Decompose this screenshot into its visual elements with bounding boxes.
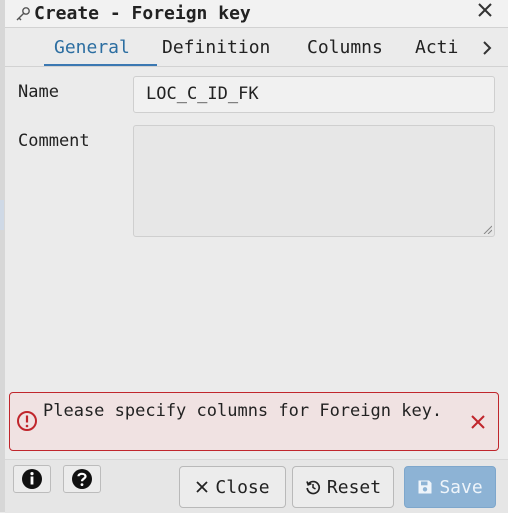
close-icon (196, 481, 209, 493)
active-tab-indicator (44, 64, 157, 66)
name-input[interactable]: LOC_C_ID_FK (133, 76, 495, 113)
dialog-titlebar[interactable]: Create - Foreign key (5, 0, 508, 28)
error-alert: Please specify columns for Foreign key. (9, 392, 499, 451)
comment-label: Comment (18, 131, 90, 151)
dialog-title: Create - Foreign key (34, 3, 251, 24)
reset-icon (306, 480, 320, 495)
name-label: Name (18, 82, 59, 102)
info-button[interactable] (13, 465, 51, 493)
save-icon (418, 480, 432, 494)
key-icon (16, 7, 30, 21)
tab-definition[interactable]: Definition (162, 36, 270, 60)
comment-textarea[interactable] (133, 125, 495, 237)
alert-close-icon[interactable] (469, 413, 487, 431)
alert-message: Please specify columns for Foreign key. (43, 401, 443, 421)
dialog-footer: Close Reset Save (5, 459, 508, 513)
help-icon (72, 469, 92, 489)
close-button[interactable]: Close (179, 466, 286, 508)
tab-columns[interactable]: Columns (307, 36, 383, 60)
chevron-right-icon[interactable] (477, 37, 497, 59)
help-button[interactable] (63, 465, 101, 493)
resize-grip-icon[interactable] (483, 225, 492, 234)
tab-bar: General Definition Columns Acti (5, 28, 508, 67)
left-edge-marker (0, 200, 4, 230)
left-edge (0, 0, 5, 512)
close-button-label: Close (215, 476, 270, 498)
save-button[interactable]: Save (404, 466, 496, 508)
window-close-icon[interactable] (471, 0, 499, 24)
tab-general[interactable]: General (54, 36, 130, 60)
create-foreign-key-dialog: Create - Foreign key General Definition … (0, 0, 508, 513)
error-circle-icon (17, 411, 37, 431)
reset-button-label: Reset (326, 476, 382, 498)
info-icon (22, 469, 42, 489)
save-button-label: Save (439, 476, 483, 498)
reset-button[interactable]: Reset (292, 466, 394, 508)
tab-actions[interactable]: Acti (415, 36, 458, 60)
